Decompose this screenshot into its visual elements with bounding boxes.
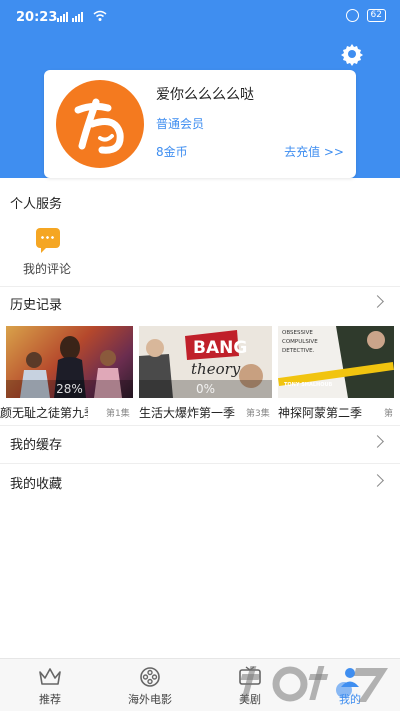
poster-line-2: COMPULSIVE — [282, 339, 318, 345]
gear-icon[interactable] — [340, 42, 364, 66]
divider — [0, 286, 400, 287]
history-thumbnail: OBSESSIVE COMPULSIVE DETECTIVE. TONY SHA… — [278, 326, 394, 398]
poster-title-bang: BANG — [193, 338, 247, 358]
coin-balance: 8金币 — [156, 145, 188, 159]
battery-indicator: 62 — [366, 9, 386, 22]
history-item-title: 神探阿蒙第二季 — [278, 406, 363, 420]
my-cache-label: 我的缓存 — [10, 438, 63, 453]
section-title-history: 历史记录 — [10, 298, 63, 313]
progress-label: 0% — [195, 382, 216, 396]
divider — [0, 425, 400, 426]
history-item-title: 生活大爆炸第一季 — [139, 406, 236, 420]
poster-title-theory: theory — [191, 360, 241, 378]
history-item-title: 厚颜无耻之徒第九季 — [0, 406, 88, 420]
avatar-logo-icon — [74, 98, 124, 154]
alarm-icon — [345, 9, 359, 22]
poster-line-1: OBSESSIVE — [282, 330, 313, 336]
crown-icon — [39, 668, 61, 685]
recharge-link[interactable]: 去充值 >> — [284, 143, 344, 160]
nav-label: 推荐 — [39, 693, 61, 706]
section-title-personal-services: 个人服务 — [10, 197, 63, 212]
chevron-right-icon — [371, 435, 384, 448]
nav-tab-overseas-movies[interactable]: 海外电影 — [100, 659, 200, 711]
watermark-logo — [240, 666, 388, 702]
history-thumbnail: BANG theory 0% — [139, 326, 272, 398]
poster-actor: TONY SHALHOUB — [284, 382, 333, 388]
nav-label: 海外电影 — [128, 693, 172, 706]
progress-label: 28% — [56, 382, 83, 396]
my-comments-label: 我的评论 — [23, 262, 72, 276]
signal-icon — [57, 12, 83, 22]
history-item-episode: 第 — [384, 409, 394, 419]
divider — [0, 463, 400, 464]
history-list: 28% 厚颜无耻之徒第九季 第1集 BANG theory 0% 生活大爆炸第一… — [0, 326, 400, 421]
history-thumbnail: 28% — [6, 326, 133, 398]
username: 爱你么么么么哒 — [156, 87, 254, 103]
wifi-icon — [93, 10, 107, 21]
my-favorites-label: 我的收藏 — [10, 477, 63, 492]
chevron-right-icon — [371, 295, 384, 308]
history-item-episode: 第3集 — [246, 409, 270, 419]
comment-icon — [36, 228, 60, 253]
poster-line-3: DETECTIVE. — [282, 348, 315, 354]
membership-level: 普通会员 — [156, 117, 205, 131]
avatar[interactable] — [56, 80, 144, 168]
history-item-episode: 第1集 — [106, 409, 130, 419]
nav-tab-recommend[interactable]: 推荐 — [0, 659, 100, 711]
status-bar: 20:23 62 — [0, 0, 400, 36]
chevron-right-icon — [371, 474, 384, 487]
film-reel-icon — [140, 667, 160, 687]
status-time: 20:23 — [16, 10, 58, 25]
profile-card: 爱你么么么么哒 普通会员 8金币 去充值 >> — [44, 70, 356, 178]
